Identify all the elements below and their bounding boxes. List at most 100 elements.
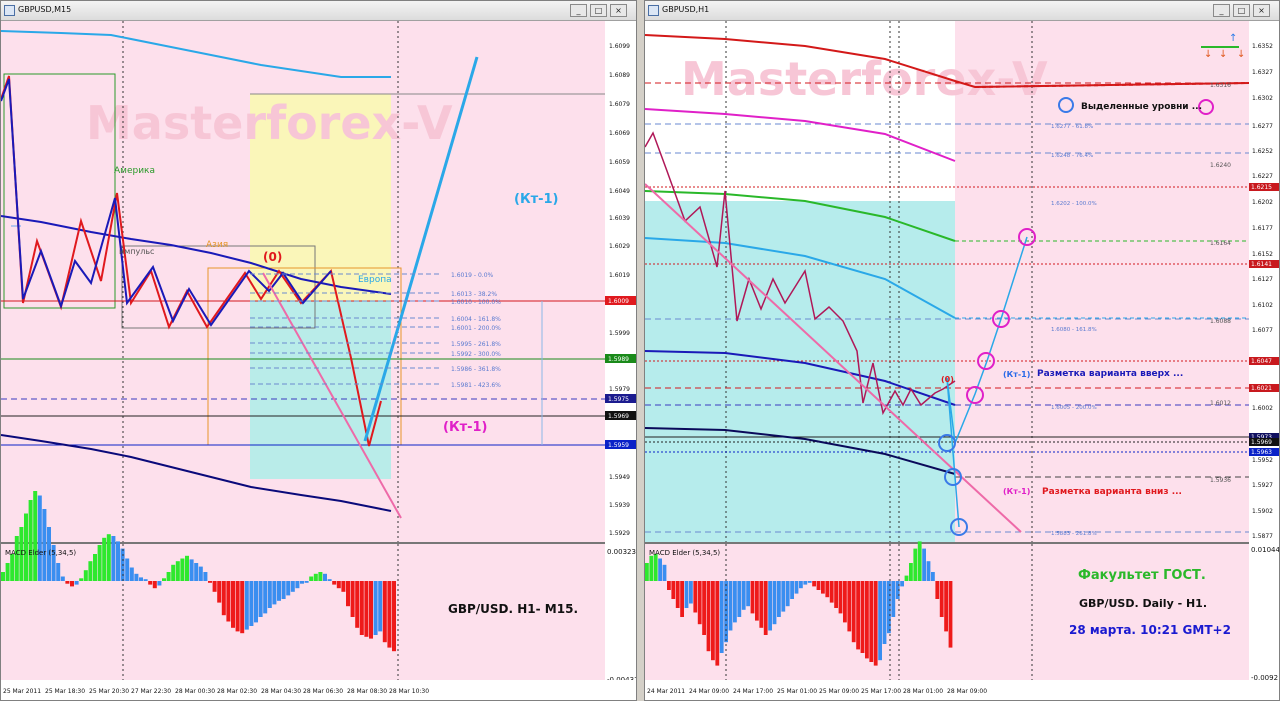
macd-bar [175,561,180,581]
macd-bar [847,581,852,632]
macd-bar [904,575,909,581]
price-tick: 1.5952 [1252,457,1273,464]
level-label: 1.6164 [1210,240,1231,247]
price-tick: 1.6152 [1252,251,1273,258]
macd-bar [900,581,904,587]
macd-bar [189,559,194,581]
macd-bar [28,500,33,581]
price-tick: 1.6177 [1252,225,1273,232]
macd-bar [667,581,671,590]
macd-bar [364,581,369,637]
macd-bar [346,581,350,607]
macd-bar [706,581,711,652]
macd-bar [948,581,953,648]
macd-bar [741,581,746,610]
macd-bar [203,572,208,581]
macd-bar [355,581,360,628]
h1-chart[interactable]: Masterforex-V Выделенные уровни ... (0) … [645,21,1279,700]
pane-separator[interactable] [645,542,1249,544]
close-button[interactable]: × [610,4,627,17]
macd-bar [702,581,706,635]
price-tick: 1.5927 [1252,482,1273,489]
price-tick: 1.6202 [1252,199,1273,206]
level-label: 1.6240 [1210,162,1231,169]
fib-label: 1.5992 - 300.0% [451,351,501,358]
macd-bar [715,581,720,666]
macd-bar [728,581,733,631]
fib-label: 1.5986 - 361.8% [451,366,501,373]
up-variant-label: Разметка варианта вверх ... [1037,369,1183,379]
macd-bar [838,581,843,614]
fib-label: 1.6248 - 76.4% [1051,153,1093,159]
macd-bar [935,581,940,599]
watermark: Masterforex-V [681,52,1048,106]
macd-bar [258,581,263,617]
chart-window-h1[interactable]: GBPUSD,H1 _ □ × Masterforex-V Выделенные… [644,0,1280,701]
macd-bar [341,581,346,592]
close-button[interactable]: × [1253,4,1270,17]
macd-bar [70,581,74,587]
macd-bar [851,581,856,643]
macd-bar [272,581,277,605]
price-tick: 1.6277 [1252,123,1273,130]
window-titlebar[interactable]: GBPUSD,H1 _ □ × [645,1,1279,21]
macd-bar [162,578,166,581]
macd-bar [373,581,378,635]
price-tick: 1.5979 [609,386,630,393]
macd-bar [111,536,116,581]
time-tick: 25 Mar 2011 [3,688,41,695]
macd-bar [697,581,702,625]
macd-bar [235,581,240,632]
macd-bar [194,563,199,581]
macd-bar [93,554,97,581]
macd-bar [10,554,15,581]
macd-bar [166,572,171,581]
chart-window-m15[interactable]: GBPUSD,M15 _ □ × Masterforex-V Америка А… [0,0,637,701]
time-tick: 25 Mar 18:30 [45,688,85,695]
macd-bar [671,581,676,599]
price-tick: 1.6089 [609,72,630,79]
chart-caption: GBP/USD. Daily - H1. [1079,597,1207,610]
macd-bar [309,576,314,581]
macd-bar [763,581,768,635]
window-titlebar[interactable]: GBPUSD,M15 _ □ × [1,1,636,21]
fib-label: 1.6277 - 61.8% [1051,124,1093,130]
price-tick: 1.6302 [1252,95,1273,102]
macd-bar [83,570,88,581]
pane-separator[interactable] [1,542,605,544]
macd-bar [318,572,323,581]
zero-point-label: (0) [941,375,954,384]
price-tick: 1.6127 [1252,276,1273,283]
macd-bar [267,581,272,608]
maximize-button[interactable]: □ [1233,4,1250,17]
m15-chart[interactable]: Masterforex-V Америка Азия Европа импуль… [1,21,636,700]
fib-label: 1.6202 - 100.0% [1051,201,1097,207]
macd-bar [392,581,396,652]
macd-bar [746,581,750,607]
price-tick: 1.5902 [1252,508,1273,515]
level-label: 1.6088 [1210,318,1231,325]
america-label: Америка [114,166,155,176]
down-arrow-icon: ↓ [1237,49,1245,60]
time-tick: 28 Mar 10:30 [389,688,429,695]
macd-bar [14,536,19,581]
macd-bar [359,581,364,635]
price-tick: 1.6327 [1252,69,1273,76]
macd-bar [684,581,689,608]
fib-label: 1.6004 - 161.8% [451,316,501,323]
fib-label: 1.6010 - 100.0% [451,299,501,306]
macd-bar [829,581,834,603]
minimize-button[interactable]: _ [1213,4,1230,17]
faculty-label: Факультет ГОСТ. [1078,568,1206,583]
macd-bar [387,581,392,648]
h1-range-zone[interactable] [645,201,955,542]
macd-bar [693,581,698,613]
minimize-button[interactable]: _ [570,4,587,17]
macd-bar [869,581,874,662]
time-tick: 28 Mar 00:30 [175,688,215,695]
macd-bar [865,581,869,659]
level-label: 1.6316 [1210,82,1231,89]
price-tick: 1.6079 [609,101,630,108]
maximize-button[interactable]: □ [590,4,607,17]
price-tick: 1.6102 [1252,302,1273,309]
